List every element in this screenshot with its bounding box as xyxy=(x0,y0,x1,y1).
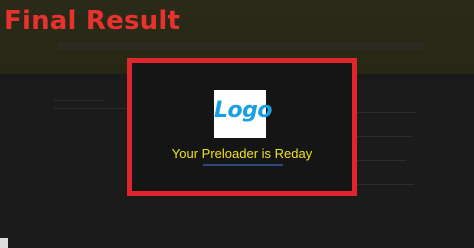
page-corner-icon xyxy=(0,238,8,248)
header-strip xyxy=(58,42,424,50)
ghost-sidebar-line xyxy=(356,160,406,161)
preloader-underline xyxy=(203,164,283,166)
logo: Logo xyxy=(214,90,273,138)
page-title: Final Result xyxy=(4,6,181,36)
ghost-heading xyxy=(54,100,104,101)
ghost-text-line xyxy=(54,108,126,109)
logo-text: Logo xyxy=(214,98,273,123)
ghost-sidebar-line xyxy=(356,136,412,137)
preloader-message: Your Preloader is Reday xyxy=(171,146,313,161)
ghost-sidebar-line xyxy=(356,112,416,113)
ghost-sidebar-line xyxy=(356,184,414,185)
preloader-highlight-frame: Logo Your Preloader is Reday xyxy=(127,58,357,196)
